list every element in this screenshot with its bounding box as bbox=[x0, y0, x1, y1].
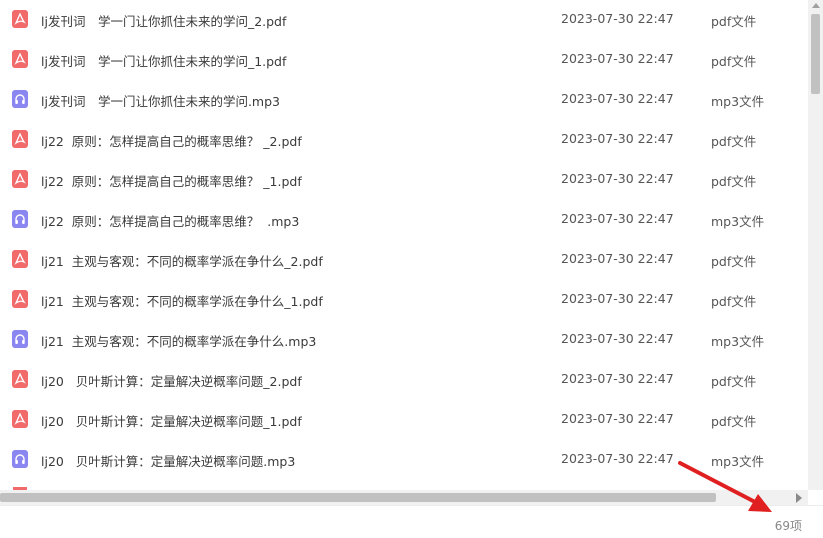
file-type: mp3文件 bbox=[711, 214, 765, 229]
file-name: lj21 主观与客观：不同的概率学派在争什么_1.pdf bbox=[41, 294, 323, 309]
pdf-file-icon bbox=[12, 170, 28, 188]
vertical-scroll-thumb[interactable] bbox=[811, 14, 820, 94]
file-date: 2023-07-30 22:47 bbox=[561, 411, 674, 426]
file-row[interactable]: lj21 主观与客观：不同的概率学派在争什么_2.pdf 2023-07-30 2… bbox=[0, 240, 808, 280]
file-type: pdf文件 bbox=[711, 374, 757, 389]
pdf-file-icon bbox=[12, 50, 28, 68]
horizontal-scrollbar[interactable] bbox=[0, 490, 808, 505]
file-type: pdf文件 bbox=[711, 174, 757, 189]
scroll-right-icon[interactable] bbox=[796, 493, 802, 503]
file-date: 2023-07-30 22:47 bbox=[561, 291, 674, 306]
pdf-file-icon bbox=[12, 410, 28, 428]
pdf-file-icon bbox=[12, 250, 28, 268]
file-name: lj发刊词 学一门让你抓住未来的学问_2.pdf bbox=[41, 14, 287, 29]
file-type: pdf文件 bbox=[711, 294, 757, 309]
pdf-file-icon bbox=[12, 290, 28, 308]
audio-file-icon bbox=[12, 90, 28, 108]
file-date: 2023-07-30 22:47 bbox=[561, 331, 674, 346]
file-row[interactable]: lj21 主观与客观：不同的概率学派在争什么.mp3 2023-07-30 22:… bbox=[0, 320, 808, 360]
file-name: lj22 原则：怎样提高自己的概率思维？ _1.pdf bbox=[41, 174, 302, 189]
pdf-file-icon bbox=[12, 370, 28, 388]
file-row[interactable]: lj20 贝叶斯计算：定量解决逆概率问题_1.pdf 2023-07-30 22:… bbox=[0, 400, 808, 440]
vertical-scrollbar[interactable] bbox=[808, 0, 823, 490]
file-name: lj发刊词 学一门让你抓住未来的学问_1.pdf bbox=[41, 54, 287, 69]
file-date: 2023-07-30 22:47 bbox=[561, 251, 674, 266]
file-row[interactable]: lj22 原则：怎样提高自己的概率思维？ _2.pdf 2023-07-30 22… bbox=[0, 120, 808, 160]
file-row[interactable]: lj发刊词 学一门让你抓住未来的学问.mp3 2023-07-30 22:47 mp… bbox=[0, 80, 808, 120]
file-name: lj21 主观与客观：不同的概率学派在争什么.mp3 bbox=[41, 334, 317, 349]
file-row[interactable]: lj发刊词 学一门让你抓住未来的学问_2.pdf 2023-07-30 22:47… bbox=[0, 0, 808, 40]
file-name: lj发刊词 学一门让你抓住未来的学问.mp3 bbox=[41, 94, 280, 109]
file-name: lj20 贝叶斯计算：定量解决逆概率问题_1.pdf bbox=[41, 414, 302, 429]
file-date: 2023-07-30 22:47 bbox=[561, 131, 674, 146]
file-date: 2023-07-30 22:47 bbox=[561, 371, 674, 386]
file-date: 2023-07-30 22:47 bbox=[561, 171, 674, 186]
file-type: mp3文件 bbox=[711, 334, 765, 349]
pdf-file-icon bbox=[12, 10, 28, 28]
item-count: 69项 bbox=[774, 519, 802, 533]
file-type: pdf文件 bbox=[711, 254, 757, 269]
file-date: 2023-07-30 22:47 bbox=[561, 91, 674, 106]
audio-file-icon bbox=[12, 330, 28, 348]
file-type: mp3文件 bbox=[711, 94, 765, 109]
file-name: lj20 贝叶斯计算：定量解决逆概率问题.mp3 bbox=[41, 454, 296, 469]
file-name: lj20 贝叶斯计算：定量解决逆概率问题_2.pdf bbox=[41, 374, 302, 389]
horizontal-scroll-thumb[interactable] bbox=[0, 493, 716, 502]
audio-file-icon bbox=[12, 450, 28, 468]
file-type: mp3文件 bbox=[711, 454, 765, 469]
file-name: lj21 主观与客观：不同的概率学派在争什么_2.pdf bbox=[41, 254, 323, 269]
file-type: pdf文件 bbox=[711, 54, 757, 69]
file-row[interactable]: lj20 贝叶斯计算：定量解决逆概率问题.mp3 2023-07-30 22:47… bbox=[0, 440, 808, 480]
file-row[interactable]: lj20 贝叶斯计算：定量解决逆概率问题_2.pdf 2023-07-30 22:… bbox=[0, 360, 808, 400]
file-name: lj22 原则：怎样提高自己的概率思维？ _2.pdf bbox=[41, 134, 302, 149]
audio-file-icon bbox=[12, 210, 28, 228]
file-type: pdf文件 bbox=[711, 14, 757, 29]
status-bar: 69项 bbox=[0, 505, 823, 538]
file-date: 2023-07-30 22:47 bbox=[561, 51, 674, 66]
scroll-up-icon[interactable] bbox=[812, 3, 820, 8]
file-row[interactable]: lj22 原则：怎样提高自己的概率思维？ _1.pdf 2023-07-30 22… bbox=[0, 160, 808, 200]
file-row[interactable]: lj22 原则：怎样提高自己的概率思维？ .mp3 2023-07-30 22:4… bbox=[0, 200, 808, 240]
file-type: pdf文件 bbox=[711, 134, 757, 149]
file-date: 2023-07-30 22:47 bbox=[561, 11, 674, 26]
file-row[interactable]: lj发刊词 学一门让你抓住未来的学问_1.pdf 2023-07-30 22:47… bbox=[0, 40, 808, 80]
file-list: lj发刊词 学一门让你抓住未来的学问_2.pdf 2023-07-30 22:47… bbox=[0, 0, 808, 490]
file-date: 2023-07-30 22:47 bbox=[561, 211, 674, 226]
file-type: pdf文件 bbox=[711, 414, 757, 429]
file-date: 2023-07-30 22:47 bbox=[561, 451, 674, 466]
file-name: lj22 原则：怎样提高自己的概率思维？ .mp3 bbox=[41, 214, 300, 229]
file-row[interactable]: lj21 主观与客观：不同的概率学派在争什么_1.pdf 2023-07-30 2… bbox=[0, 280, 808, 320]
pdf-file-icon bbox=[12, 130, 28, 148]
